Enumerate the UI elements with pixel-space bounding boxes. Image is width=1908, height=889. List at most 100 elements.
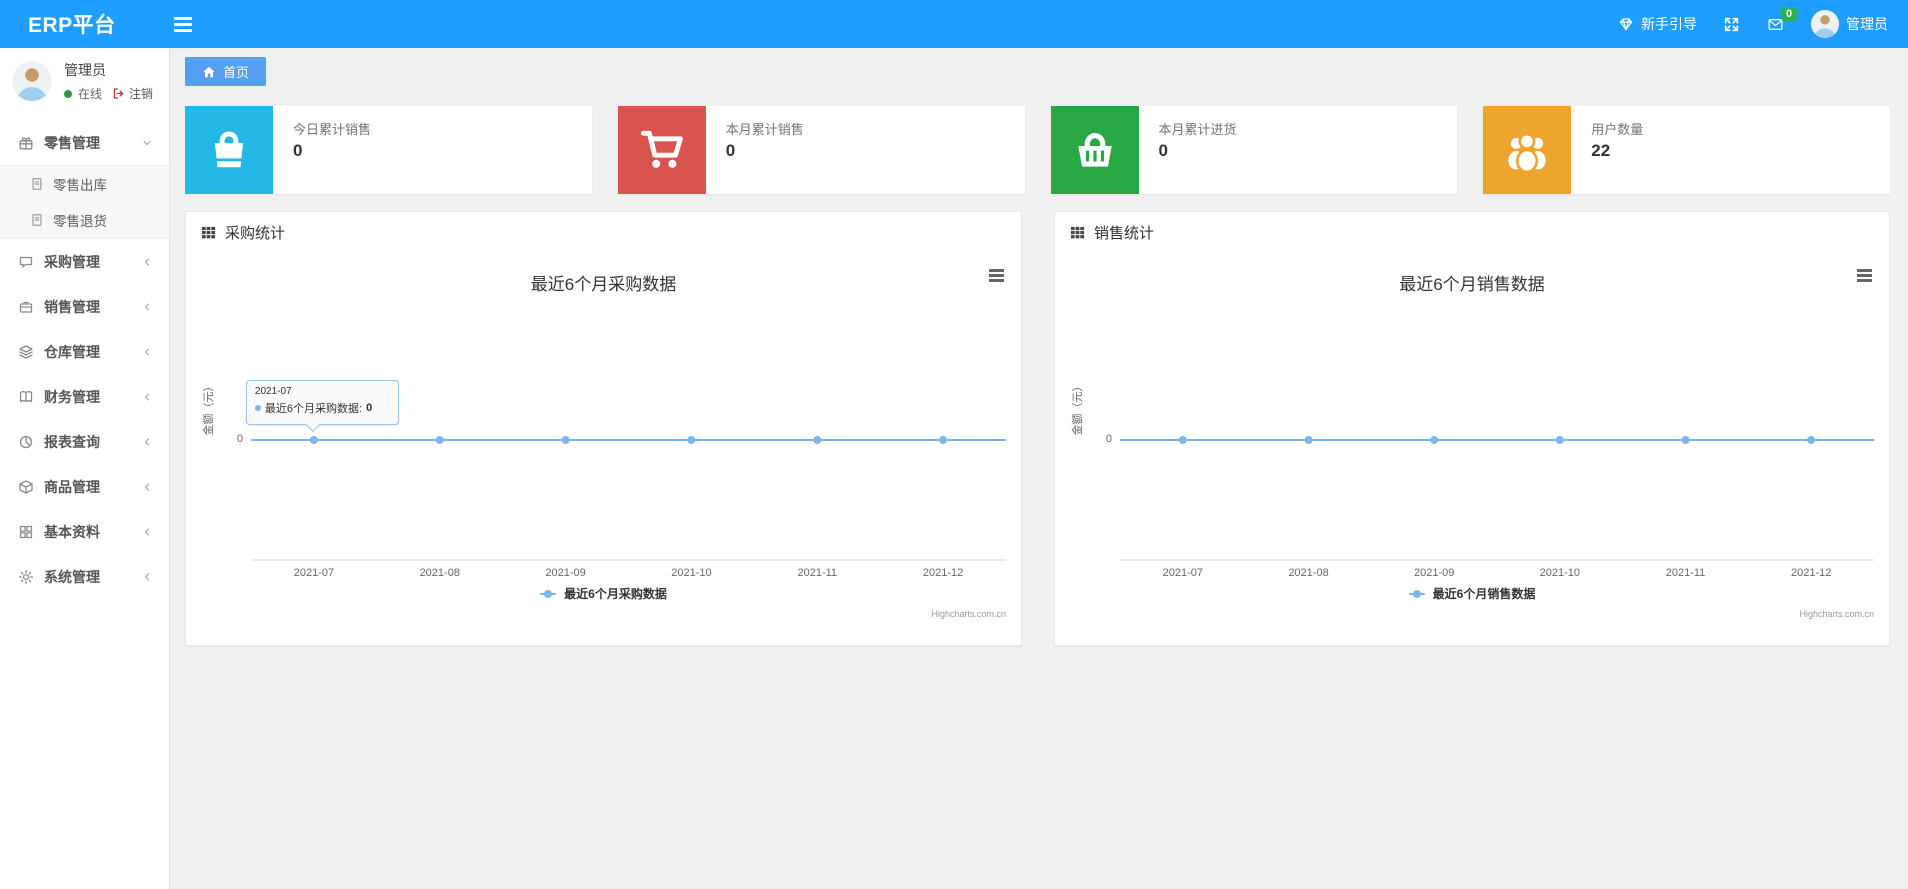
x-axis-tick-label: 2021-08 (1288, 567, 1329, 579)
x-axis-tick-label: 2021-07 (293, 567, 335, 579)
sign-out-icon[interactable] (112, 87, 125, 100)
highcharts-credits-link[interactable]: Highcharts.com.cn (1799, 609, 1874, 619)
data-point[interactable] (561, 436, 570, 444)
sales-panel-title: 销售统计 (1094, 224, 1155, 242)
cart-icon (617, 106, 706, 194)
y-axis-title: 金额（元） (1072, 380, 1084, 436)
file-icon (30, 213, 44, 227)
main-content: 首页 今日累计销售 0 本月累计销售 0 本月累计进货 0 用户数量 22 采购统计 最近6个… (170, 48, 1908, 889)
sales-chart: 最近6个月销售数据 金额（元） 0 2021-07 2021-08 2021-09 2021… (1055, 252, 1889, 645)
y-axis-title: 金额（元） (203, 380, 215, 436)
data-point[interactable] (1430, 436, 1439, 444)
purchase-chart: 最近6个月采购数据 金额（元） 0 2021-07 2021-08 2021-09 2021… (186, 252, 1021, 645)
sidebar-item-9[interactable]: 系统管理 (0, 554, 169, 599)
stat-card-label: 用户数量 (1591, 122, 1644, 137)
sidebar-toggle-icon[interactable] (173, 14, 192, 35)
stat-card-label: 今日累计销售 (293, 122, 372, 137)
chart-tooltip: 2021-07 最近6个月采购数据: 0 (245, 380, 399, 433)
data-point[interactable] (1807, 436, 1816, 444)
chart-legend[interactable]: 最近6个月销售数据 (1055, 585, 1889, 602)
chart-context-menu-icon[interactable] (1855, 265, 1874, 286)
x-axis-tick-label: 2021-10 (671, 567, 712, 579)
sidebar-subitem-label: 零售退货 (53, 214, 107, 229)
sidebar-subitem-零售退货[interactable]: 零售退货 (0, 202, 169, 238)
sidebar-subitem-零售出库[interactable]: 零售出库 (0, 166, 169, 202)
sidebar-item-label: 采购管理 (44, 253, 100, 270)
highcharts-credits-link[interactable]: Highcharts.com.cn (931, 609, 1006, 619)
sidebar-item-5[interactable]: 财务管理 (0, 374, 169, 419)
stat-card-2[interactable]: 本月累计销售 0 (617, 106, 1025, 194)
data-point[interactable] (813, 436, 822, 444)
chevron-left-icon (141, 526, 153, 538)
purchase-stats-panel: 采购统计 最近6个月采购数据 金额（元） 0 2021-07 2021-08 2021-0… (185, 211, 1022, 646)
x-axis-tick-label: 2021-07 (1162, 567, 1204, 579)
basket-icon (1050, 106, 1139, 194)
sidebar-item-2[interactable]: 采购管理 (0, 239, 169, 284)
stat-cards-row: 今日累计销售 0 本月累计销售 0 本月累计进货 0 用户数量 22 (185, 106, 1890, 194)
stat-card-text: 本月累计进货 0 (1139, 106, 1237, 194)
fullscreen-button[interactable] (1723, 16, 1740, 33)
chart-title: 最近6个月销售数据 (1399, 275, 1545, 294)
messages-button[interactable]: 0 (1766, 6, 1797, 33)
stat-card-1[interactable]: 今日累计销售 0 (185, 106, 592, 194)
chevron-left-icon (141, 346, 153, 358)
data-point[interactable] (1681, 436, 1690, 444)
data-point[interactable] (1555, 436, 1564, 444)
gift-icon (18, 135, 34, 151)
sidebar-item-6[interactable]: 报表查询 (0, 419, 169, 464)
expand-icon (1723, 16, 1740, 33)
pie-chart-icon (18, 434, 34, 450)
stat-card-4[interactable]: 用户数量 22 (1483, 106, 1890, 194)
x-axis-tick-label: 2021-12 (1790, 567, 1832, 579)
mail-badge: 0 (1781, 6, 1797, 21)
gear-icon (18, 569, 34, 585)
chart-legend[interactable]: 最近6个月采购数据 (186, 585, 1021, 602)
sidebar-item-1[interactable]: 零售管理 (0, 120, 169, 165)
sidebar-item-label: 基本资料 (44, 523, 100, 540)
chart-context-menu-icon[interactable] (987, 265, 1006, 286)
legend-marker-icon (540, 589, 557, 598)
sidebar-user-name: 管理员 (64, 62, 106, 78)
layers-icon (18, 344, 34, 360)
data-point[interactable] (435, 436, 444, 444)
sidebar-submenu: 零售出库零售退货 (0, 165, 169, 239)
stat-card-3[interactable]: 本月累计进货 0 (1050, 106, 1458, 194)
charts-row: 采购统计 最近6个月采购数据 金额（元） 0 2021-07 2021-08 2021-0… (185, 211, 1890, 646)
users-icon (1483, 106, 1572, 194)
tooltip-series-row: 最近6个月采购数据: 0 (254, 400, 390, 416)
chevron-left-icon (141, 301, 153, 313)
x-axis-tick-label: 2021-10 (1539, 567, 1581, 579)
chevron-left-icon (141, 481, 153, 493)
sidebar-menu: 零售管理零售出库零售退货采购管理销售管理仓库管理 财务管理报表查询商品管理基本资料… (0, 120, 169, 599)
x-axis-tick-label: 2021-08 (419, 567, 460, 579)
tooltip-value: 0 (366, 402, 373, 414)
tab-home-label: 首页 (223, 65, 250, 80)
data-point[interactable] (939, 436, 948, 444)
avatar (1811, 10, 1839, 38)
sidebar-item-4[interactable]: 仓库管理 (0, 329, 169, 374)
users-icon (1504, 127, 1550, 173)
stat-card-text: 今日累计销售 0 (273, 106, 371, 194)
y-axis-tick-label: 0 (1105, 433, 1112, 445)
sidebar-item-label: 报表查询 (44, 433, 100, 450)
tab-home[interactable]: 首页 (185, 57, 267, 86)
data-point[interactable] (309, 436, 318, 444)
newbie-guide-link[interactable]: 新手引导 (1618, 14, 1697, 34)
sidebar-item-3[interactable]: 销售管理 (0, 284, 169, 329)
shopping-bag-icon (185, 106, 273, 194)
data-point[interactable] (687, 436, 696, 444)
sidebar-item-7[interactable]: 商品管理 (0, 464, 169, 509)
data-point[interactable] (1304, 436, 1313, 444)
logout-link[interactable]: 注销 (129, 85, 153, 102)
purchase-panel-title: 采购统计 (225, 224, 286, 242)
sidebar-item-label: 系统管理 (44, 568, 100, 585)
stat-card-value: 0 (1158, 141, 1168, 160)
stat-card-value: 0 (725, 141, 736, 160)
sidebar-item-label: 零售管理 (44, 134, 100, 151)
sidebar-item-label: 销售管理 (44, 298, 100, 315)
user-menu[interactable]: 管理员 (1811, 10, 1888, 38)
data-point[interactable] (1178, 436, 1187, 444)
tab-bar: 首页 (185, 57, 1890, 87)
x-axis-tick-label: 2021-11 (1665, 567, 1706, 579)
sidebar-item-8[interactable]: 基本资料 (0, 509, 169, 554)
